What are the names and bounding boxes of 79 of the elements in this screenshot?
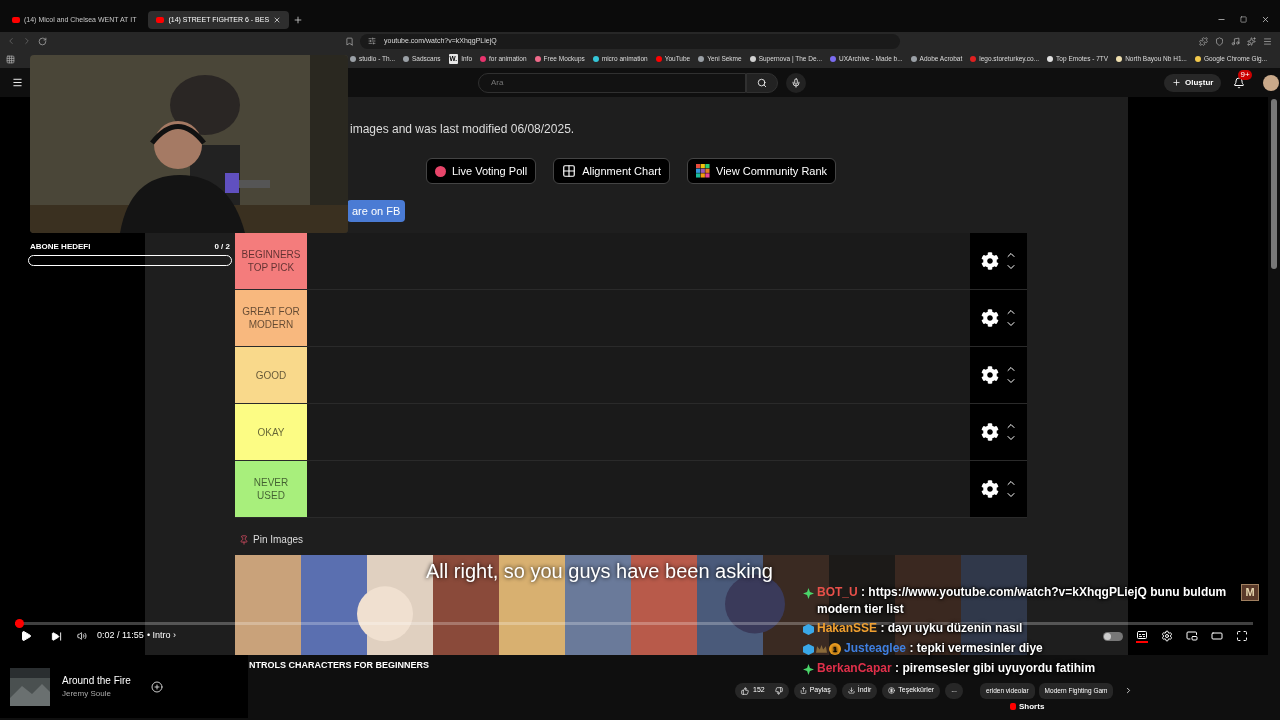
search-icon: [757, 77, 767, 88]
settings-icon[interactable]: [980, 252, 999, 270]
tier-label: BEGINNERS TOP PICK: [235, 233, 307, 289]
youtube-icon: [156, 17, 165, 23]
settings-icon[interactable]: [980, 309, 999, 327]
tier-label: OKAY: [235, 404, 307, 460]
tier-label: NEVER USED: [235, 461, 307, 517]
chat-message: BOT_U : https://www.youtube.com/watch?v=kXhqgPLiejQ bunu buldum modern tier list: [817, 584, 1228, 618]
tier-label: GREAT FOR MODERN: [235, 290, 307, 346]
chapter-link[interactable]: • Intro ›: [146, 629, 177, 643]
progress-track[interactable]: [15, 622, 1253, 625]
sparkle-icon: [803, 663, 814, 675]
track-title: Around the Fire: [62, 674, 131, 688]
chat-message: BerkanCapar : piremsesler gibi uyuyordu fatihim: [817, 660, 1096, 677]
cube-icon: [803, 623, 814, 635]
pin-images-label: Pin Images: [253, 533, 304, 547]
share-icon: [799, 687, 807, 694]
sparkle-icon: [803, 587, 814, 599]
settings-icon[interactable]: [1161, 630, 1173, 642]
mic-button[interactable]: [786, 72, 806, 93]
close-icon[interactable]: [273, 16, 282, 24]
add-icon[interactable]: [150, 680, 163, 693]
thumbs-down-icon[interactable]: [774, 686, 783, 695]
notification-badge: 9+: [1238, 69, 1252, 80]
shorts-label: Shorts: [1019, 700, 1045, 713]
autoplay-toggle[interactable]: [1103, 631, 1123, 641]
avatar[interactable]: [1263, 74, 1280, 91]
download-icon: [847, 687, 855, 694]
bookmark-icon[interactable]: [345, 36, 354, 46]
fullscreen-icon[interactable]: [1236, 630, 1248, 642]
tool-button[interactable]: View Community Rank: [687, 158, 837, 184]
youtube-icon: [12, 17, 20, 23]
tool-button[interactable]: Live Voting Poll: [425, 158, 537, 184]
thumbs-up-icon: [741, 686, 749, 695]
pin-icon: [239, 534, 249, 545]
extensions-icon[interactable]: [1199, 36, 1208, 46]
dollar-icon: [888, 687, 896, 694]
shield-icon[interactable]: [1215, 36, 1224, 46]
scrubber-handle[interactable]: [14, 619, 24, 628]
close-icon[interactable]: [1261, 15, 1270, 24]
goal-label: ABONE HEDEFI: [30, 241, 91, 253]
miniplayer-icon[interactable]: [1186, 630, 1198, 642]
channel-badge: M: [1241, 584, 1259, 601]
new-tab-icon[interactable]: [293, 14, 304, 25]
chat-message: Justeaglee : tepki vermesinler diye: [844, 640, 1043, 657]
settings-icon[interactable]: [980, 423, 999, 441]
settings-icon[interactable]: [980, 480, 999, 498]
create-button[interactable]: Oluştur: [1164, 73, 1222, 92]
sparkles-icon[interactable]: [1247, 36, 1256, 46]
play-icon[interactable]: [20, 630, 32, 642]
search-button[interactable]: [746, 72, 778, 93]
search-field[interactable]: Ara: [478, 72, 746, 93]
menu-icon[interactable]: [12, 77, 23, 88]
share-button[interactable]: are on FB: [347, 200, 406, 222]
video-title: NTROLS CHARACTERS FOR BEGINNERS: [249, 659, 429, 672]
crown-icon: [816, 643, 827, 655]
chat-message: HakanSSE : dayı uyku düzenin nasıl: [817, 620, 1023, 637]
captions-button[interactable]: [1136, 629, 1148, 643]
mosaic-icon: [696, 164, 710, 178]
tier-label: GOOD: [235, 347, 307, 403]
tool-button[interactable]: Alignment Chart: [553, 158, 670, 184]
cube-icon: [803, 643, 814, 655]
volume-icon[interactable]: [77, 631, 87, 641]
track-artist: Jeremy Soule: [62, 688, 112, 700]
notifications-icon[interactable]: [1233, 76, 1246, 89]
plus-icon: [1172, 78, 1181, 87]
settings-icon[interactable]: [980, 366, 999, 384]
mic-icon: [791, 77, 801, 88]
goal-count: 0 / 2: [214, 241, 230, 253]
reload-icon[interactable]: [38, 36, 47, 46]
music-icon[interactable]: [1231, 36, 1240, 46]
theater-icon[interactable]: [1211, 630, 1223, 642]
page-text: images and was last modified 06/08/2025.: [349, 121, 576, 138]
grid-icon: [562, 164, 577, 178]
time-display: 0:02 / 11:55: [97, 629, 144, 643]
shorts-icon: [1010, 703, 1016, 710]
apps-icon[interactable]: [6, 54, 15, 64]
maximize-icon[interactable]: [1240, 16, 1247, 23]
next-icon[interactable]: [51, 630, 62, 642]
